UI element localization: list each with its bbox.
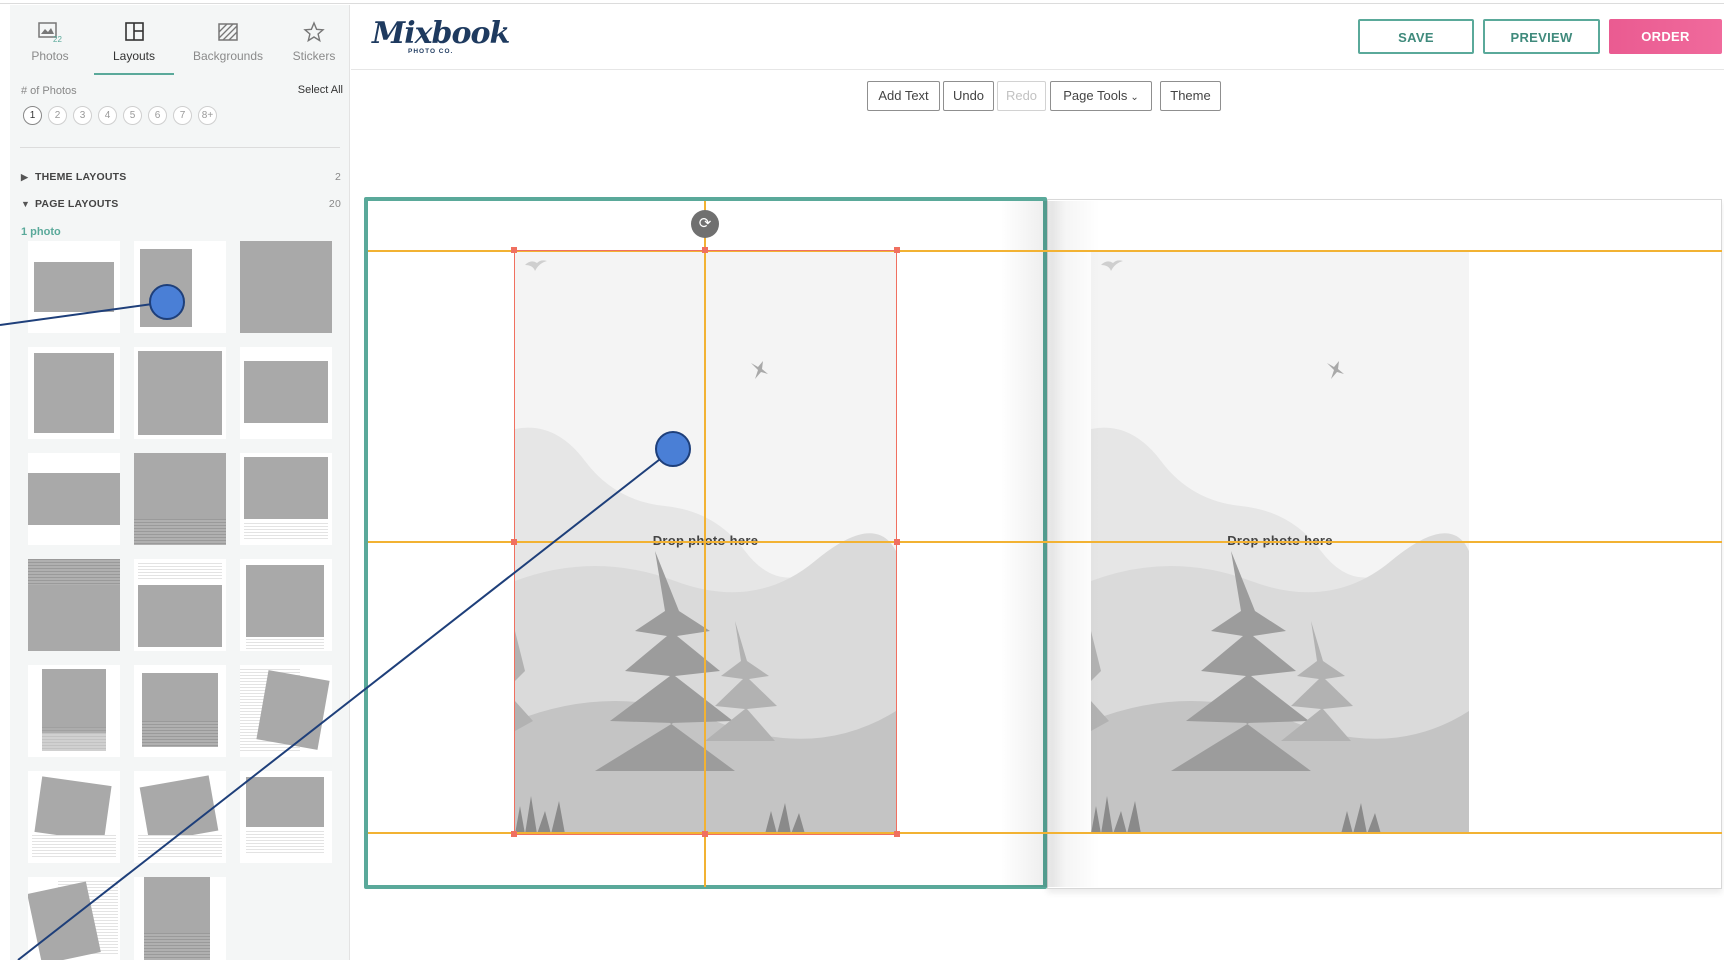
add-text-button[interactable]: Add Text: [867, 81, 940, 111]
layout-thumb-10[interactable]: [28, 559, 120, 651]
layout-thumb-18[interactable]: [240, 771, 332, 863]
logo-wordmark: Mixbook: [372, 16, 510, 51]
header-divider: [351, 69, 1724, 70]
selection-box[interactable]: [514, 250, 897, 835]
resize-handle-top[interactable]: [702, 247, 708, 253]
preview-button[interactable]: PREVIEW: [1483, 19, 1600, 54]
page-layouts-count: 20: [328, 198, 341, 210]
photos-icon: 22: [38, 22, 62, 43]
resize-handle-bottom-right[interactable]: [894, 831, 900, 837]
layout-thumb-17[interactable]: [134, 771, 226, 863]
layout-thumb-20[interactable]: [134, 877, 226, 960]
mixbook-logo[interactable]: Mixbook PHOTO CO.: [372, 16, 510, 60]
resize-handle-bottom[interactable]: [702, 831, 708, 837]
redo-button[interactable]: Redo: [997, 81, 1046, 111]
layout-thumb-11[interactable]: [134, 559, 226, 651]
chevron-down-icon: ⌄: [1130, 92, 1139, 103]
select-all-link[interactable]: Select All: [298, 84, 343, 96]
tab-backgrounds-label: Backgrounds: [192, 49, 264, 63]
resize-handle-bottom-left[interactable]: [511, 831, 517, 837]
page-layouts-label: PAGE LAYOUTS: [35, 198, 119, 210]
caret-right-icon: ▶: [21, 172, 29, 182]
page-tools-label: Page Tools: [1063, 88, 1128, 103]
sidebar: 22 Photos Layouts Backgrounds Stickers #…: [10, 5, 350, 960]
count-pill-4[interactable]: 4: [98, 106, 117, 125]
order-button[interactable]: ORDER: [1609, 19, 1722, 54]
save-button[interactable]: SAVE: [1358, 19, 1474, 54]
photos-count-label: # of Photos: [21, 85, 77, 97]
page-layouts-toggle[interactable]: ▼ PAGE LAYOUTS 20: [21, 198, 341, 216]
count-pill-6[interactable]: 6: [148, 106, 167, 125]
tab-photos-label: Photos: [31, 49, 69, 63]
theme-layouts-label: THEME LAYOUTS: [35, 171, 127, 183]
tab-layouts-label: Layouts: [112, 49, 156, 63]
tab-photos[interactable]: 22 Photos: [10, 15, 90, 71]
layout-thumb-15[interactable]: [240, 665, 332, 757]
layout-thumb-16[interactable]: [28, 771, 120, 863]
count-pill-3[interactable]: 3: [73, 106, 92, 125]
photos-badge: 22: [53, 35, 62, 43]
theme-button[interactable]: Theme: [1160, 81, 1221, 111]
page-spread: Drop photo here Drop photo here ⟳: [364, 197, 1722, 889]
logo-subtitle: PHOTO CO.: [408, 48, 454, 55]
page-tools-dropdown[interactable]: Page Tools ⌄: [1050, 81, 1152, 111]
resize-handle-left[interactable]: [511, 539, 517, 545]
layout-thumb-8[interactable]: [134, 453, 226, 545]
tab-layouts[interactable]: Layouts: [94, 15, 174, 75]
sidebar-tabs: 22 Photos Layouts Backgrounds Stickers: [10, 5, 349, 75]
count-pill-5[interactable]: 5: [123, 106, 142, 125]
layout-thumb-6[interactable]: [240, 347, 332, 439]
resize-handle-top-right[interactable]: [894, 247, 900, 253]
layout-thumb-12[interactable]: [240, 559, 332, 651]
drag-start-marker: [149, 284, 185, 320]
theme-layouts-toggle[interactable]: ▶ THEME LAYOUTS 2: [21, 171, 341, 189]
layout-thumb-3[interactable]: [240, 241, 332, 333]
rotate-icon[interactable]: ⟳: [691, 210, 719, 238]
tab-stickers[interactable]: Stickers: [274, 15, 349, 71]
caret-down-icon: ▼: [21, 199, 31, 209]
layout-thumb-9[interactable]: [240, 453, 332, 545]
layout-thumb-2[interactable]: [134, 241, 226, 333]
count-pill-1[interactable]: 1: [23, 106, 42, 125]
layout-thumb-1[interactable]: [28, 241, 120, 333]
count-pill-2[interactable]: 2: [48, 106, 67, 125]
layout-thumb-5[interactable]: [134, 347, 226, 439]
backgrounds-icon: [218, 23, 238, 41]
undo-button[interactable]: Undo: [943, 81, 994, 111]
layout-thumb-19[interactable]: [28, 877, 120, 960]
layout-thumb-7[interactable]: [28, 453, 120, 545]
count-pill-8plus[interactable]: 8+: [198, 106, 217, 125]
theme-layouts-count: 2: [334, 171, 341, 183]
sidebar-divider: [20, 147, 340, 148]
top-border: [0, 0, 1724, 4]
resize-handle-top-left[interactable]: [511, 247, 517, 253]
drag-end-marker: [655, 431, 691, 467]
star-icon: [303, 21, 325, 43]
tab-backgrounds[interactable]: Backgrounds: [178, 15, 278, 71]
layout-thumb-13[interactable]: [28, 665, 120, 757]
layout-thumb-4[interactable]: [28, 347, 120, 439]
count-pill-7[interactable]: 7: [173, 106, 192, 125]
tab-stickers-label: Stickers: [292, 49, 336, 63]
layouts-icon: [125, 22, 144, 41]
layout-thumb-14[interactable]: [134, 665, 226, 757]
resize-handle-right[interactable]: [894, 539, 900, 545]
layout-group-label: 1 photo: [21, 226, 61, 238]
